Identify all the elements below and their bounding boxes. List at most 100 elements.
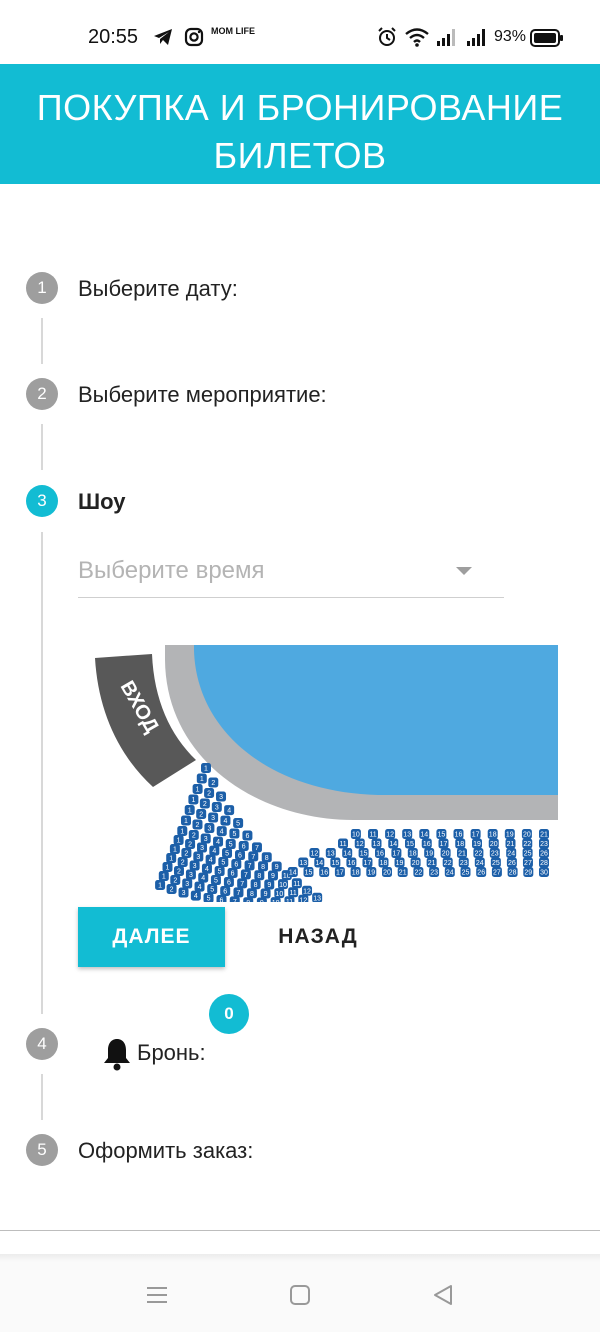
menu-icon[interactable] (145, 1282, 169, 1313)
seat[interactable]: 20 (382, 867, 392, 877)
seat[interactable]: 18 (378, 857, 389, 868)
seat[interactable]: 30 (539, 867, 549, 877)
seat[interactable]: 7 (251, 842, 262, 853)
seat[interactable]: 2 (208, 777, 219, 788)
seat[interactable]: 1 (184, 805, 195, 815)
seat[interactable]: 13 (312, 892, 323, 902)
seat[interactable]: 4 (201, 863, 212, 874)
seat[interactable]: 6 (216, 894, 227, 902)
step-3-label[interactable]: Шоу (78, 489, 126, 515)
seat[interactable]: 2 (173, 866, 184, 877)
seat[interactable]: 23 (458, 857, 469, 868)
seat[interactable]: 11 (284, 896, 295, 902)
seat[interactable]: 28 (539, 857, 549, 868)
seat[interactable]: 1 (158, 871, 169, 881)
seat[interactable]: 12 (385, 829, 396, 839)
seat[interactable]: 15 (436, 829, 447, 839)
seat[interactable]: 2 (170, 875, 181, 886)
seat[interactable]: 9 (260, 888, 271, 899)
seat[interactable]: 1 (196, 773, 207, 784)
seat[interactable]: 6 (223, 876, 234, 887)
seat[interactable]: 5 (203, 893, 214, 902)
seat[interactable]: 26 (476, 867, 487, 877)
seat[interactable]: 10 (274, 888, 285, 899)
seat[interactable]: 2 (192, 819, 203, 830)
seat[interactable]: 4 (220, 815, 231, 826)
seat[interactable]: 2 (204, 788, 215, 799)
seat[interactable]: 13 (298, 857, 309, 868)
seat[interactable]: 8 (250, 879, 261, 890)
seat[interactable]: 6 (235, 849, 246, 860)
seat[interactable]: 18 (455, 838, 466, 849)
seat[interactable]: 13 (325, 848, 336, 858)
seat[interactable]: 12 (309, 848, 320, 858)
seat[interactable]: 9 (267, 870, 278, 881)
seat[interactable]: 20 (488, 838, 499, 849)
seat[interactable]: 7 (237, 878, 248, 889)
seat[interactable]: 20 (440, 848, 451, 858)
seat[interactable]: 7 (240, 869, 251, 880)
seat[interactable]: 10 (270, 897, 281, 902)
seat[interactable]: 1 (166, 853, 177, 863)
seat[interactable]: 13 (402, 829, 413, 839)
seat[interactable]: 3 (197, 842, 208, 853)
seat[interactable]: 19 (424, 848, 435, 858)
seat[interactable]: 8 (261, 852, 272, 863)
seat[interactable]: 4 (213, 836, 224, 847)
seat[interactable]: 5 (207, 884, 218, 895)
seat[interactable]: 18 (407, 848, 418, 858)
seat[interactable]: 4 (194, 881, 205, 892)
seat[interactable]: 22 (442, 857, 453, 868)
seat[interactable]: 16 (319, 867, 330, 877)
seat[interactable]: 14 (419, 829, 430, 839)
seat[interactable]: 12 (302, 885, 313, 896)
seat[interactable]: 7 (248, 851, 259, 862)
seat[interactable]: 5 (222, 848, 233, 859)
seat[interactable]: 1 (177, 826, 188, 836)
seat[interactable]: 22 (522, 838, 533, 849)
seat[interactable]: 7 (233, 887, 244, 898)
seat[interactable]: 4 (190, 890, 201, 901)
step-1-label[interactable]: Выберите дату: (78, 276, 238, 302)
seat[interactable]: 2 (196, 809, 207, 820)
seat[interactable]: 5 (210, 875, 221, 886)
seat[interactable]: 23 (489, 848, 500, 858)
seat[interactable]: 24 (506, 848, 517, 858)
seat[interactable]: 4 (209, 845, 220, 856)
seat[interactable]: 5 (225, 839, 236, 850)
seat[interactable]: 11 (291, 878, 302, 889)
seat[interactable]: 18 (350, 867, 361, 877)
seat[interactable]: 1 (162, 862, 173, 872)
seat[interactable]: 15 (303, 867, 314, 877)
seat[interactable]: 14 (314, 857, 325, 868)
seat[interactable]: 1 (192, 784, 203, 794)
seat[interactable]: 8 (254, 870, 265, 881)
seat[interactable]: 5 (229, 828, 240, 839)
seat[interactable]: 1 (181, 815, 191, 826)
seat[interactable]: 19 (366, 867, 377, 877)
seat[interactable]: 22 (413, 867, 424, 877)
step-5-label[interactable]: Оформить заказ: (78, 1138, 253, 1164)
seat[interactable]: 2 (199, 798, 210, 809)
seat[interactable]: 17 (438, 838, 449, 849)
seat[interactable]: 8 (243, 897, 254, 902)
seat[interactable]: 8 (246, 888, 257, 899)
seat[interactable]: 6 (242, 830, 253, 841)
seat[interactable]: 2 (177, 857, 188, 868)
seat[interactable]: 23 (429, 867, 440, 877)
back-button[interactable]: НАЗАД (262, 907, 374, 967)
step-2-label[interactable]: Выберите мероприятие: (78, 382, 327, 408)
seat[interactable]: 17 (334, 867, 345, 877)
seat[interactable]: 7 (244, 860, 255, 871)
seat[interactable]: 2 (181, 848, 192, 859)
seat[interactable]: 26 (539, 848, 549, 858)
seat[interactable]: 16 (421, 838, 432, 849)
seat[interactable]: 16 (346, 857, 357, 868)
next-button[interactable]: ДАЛЕЕ (78, 907, 225, 967)
seat[interactable]: 3 (178, 887, 189, 898)
seat[interactable]: 27 (491, 867, 502, 877)
seat[interactable]: 20 (410, 857, 421, 868)
seat[interactable]: 10 (350, 829, 361, 839)
seat[interactable]: 3 (182, 878, 193, 889)
seat[interactable]: 12 (354, 838, 365, 849)
